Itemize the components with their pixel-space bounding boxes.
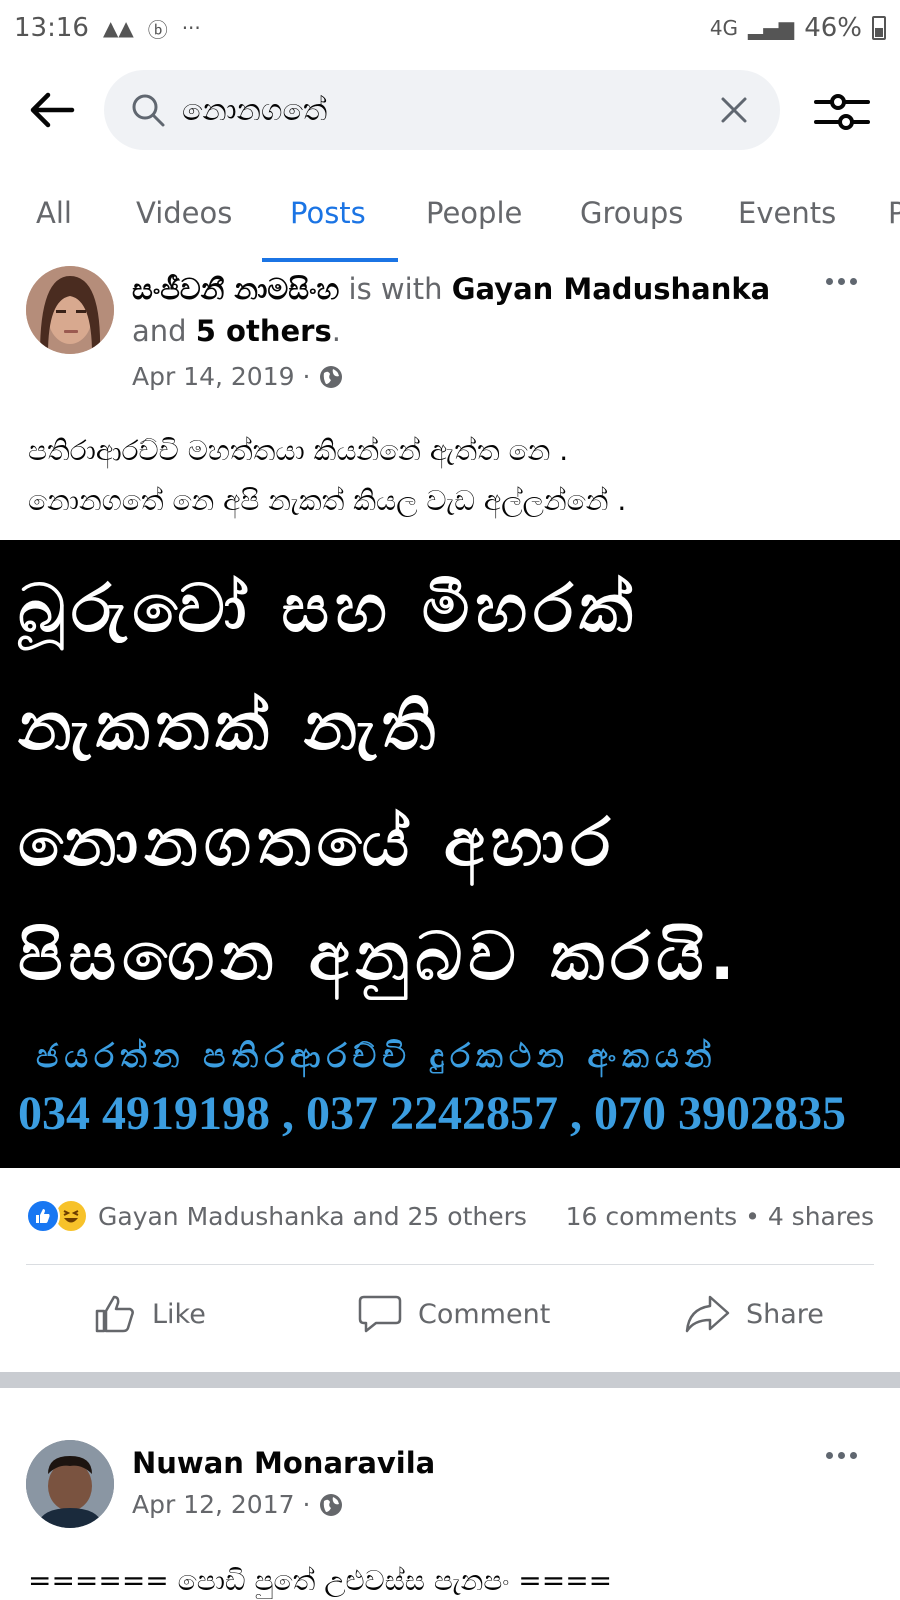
tab-all[interactable]: All [36,186,72,262]
notification-a-icon: ▲▲ [102,16,134,40]
post-image[interactable]: බූරුවෝ සහ මීහරක් නැකතක් නැති නොනගතයේ අහා… [0,540,900,1168]
is-with-text: is with [339,272,452,306]
comments-shares-count[interactable]: 16 comments • 4 shares [566,1202,874,1231]
tagged-person[interactable]: Gayan Madushanka [452,272,771,306]
image-text-line: බූරුවෝ සහ මීහරක් [18,570,639,647]
share-label: Share [746,1298,824,1330]
more-dot [849,1451,857,1459]
globe-icon [320,1493,343,1516]
post-author-line: සංජීවනී නාමසිංහ is with Gayan Madushanka… [132,268,772,352]
active-tab-indicator [262,258,398,262]
battery-percent: 46% [804,13,862,43]
image-text-line: නොනගතයේ අහාර [18,804,617,881]
share-arrow-icon [685,1295,730,1333]
tab-groups[interactable]: Groups [580,186,683,262]
profile-photo [26,266,114,354]
tab-more-partial[interactable]: P [888,186,900,262]
more-notifications-icon: ··· [181,16,201,40]
post-text-line: පතිරාආරච්චි මහත්තයා කියන්නේ ඇත්ත නෙ . [28,434,569,467]
more-dot [837,277,845,285]
battery-icon [872,16,886,40]
post-meta: Apr 14, 2019 · [132,362,344,391]
more-dot [825,1451,833,1459]
post-text-line: ====== පොඩි පුතේ උළුවස්ස පැනපං ==== [28,1564,613,1597]
image-text-line: පිසගෙන අනුබව කරයි. [18,918,741,995]
status-right: 4G ▂▄▆ 46% [710,13,886,43]
divider [26,1264,874,1265]
comment-button[interactable]: Comment [358,1282,550,1346]
filter-button[interactable] [812,86,872,136]
profile-photo [26,1440,114,1528]
post-author-line: Nuwan Monaravila [132,1442,772,1484]
search-header [0,68,900,152]
like-reaction-icon [26,1199,60,1233]
status-time: 13:16 [14,13,89,43]
more-dot [837,1451,845,1459]
post-date[interactable]: Apr 12, 2017 · [132,1490,310,1519]
like-label: Like [152,1298,206,1330]
avatar[interactable] [26,1440,114,1528]
share-button[interactable]: Share [684,1282,824,1346]
comment-label: Comment [418,1298,551,1330]
clear-search-button[interactable] [714,90,754,130]
reactions-summary[interactable]: Gayan Madushanka and 25 others 16 commen… [26,1194,874,1238]
period-text: . [331,314,341,348]
post-options-button[interactable] [816,266,866,296]
post-separator [0,1372,900,1388]
search-bar[interactable] [104,70,780,150]
notification-b-icon: ⓑ [147,17,168,42]
image-subtitle: ජයරත්න පතිරආරච්චි දුරකථන අංකයන් [36,1036,718,1075]
globe-icon [320,365,343,388]
network-label: 4G [709,16,739,40]
tab-posts[interactable]: Posts [290,186,366,262]
more-dot [849,277,857,285]
reaction-names[interactable]: Gayan Madushanka and 25 others [98,1202,566,1231]
filter-sliders-icon [814,94,870,130]
back-arrow-icon [30,92,75,128]
image-phone-numbers: 034 4919198 , 037 2242857 , 070 3902835 [18,1087,846,1140]
more-dot [825,277,833,285]
like-button[interactable]: Like [94,1282,206,1346]
tab-people[interactable]: People [426,186,522,262]
close-icon [721,97,747,123]
avatar[interactable] [26,266,114,354]
signal-icon: ▂▄▆ [748,16,795,40]
tab-events[interactable]: Events [738,186,836,262]
thumbs-up-icon [95,1295,134,1333]
tab-videos[interactable]: Videos [136,186,232,262]
search-tabs: All Videos Posts People Groups Events P [0,186,900,262]
tagged-others[interactable]: 5 others [196,314,332,348]
post-body: පතිරාආරච්චි මහත්තයා කියන්නේ ඇත්ත නෙ . නො… [28,426,878,526]
search-icon [132,94,165,127]
back-button[interactable] [24,84,80,136]
post-actions: Like Comment Share [0,1282,900,1346]
comment-bubble-icon [358,1295,402,1333]
post-date[interactable]: Apr 14, 2019 · [132,362,310,391]
status-left: 13:16 ▲▲ ⓑ ··· [14,13,201,43]
image-text-line: නැකතක් නැති [18,688,442,765]
and-text: and [132,314,196,348]
post-author-name[interactable]: සංජීවනී නාමසිංහ [132,272,339,306]
reaction-icons [26,1199,88,1233]
post-text-line: නොනගතේ නෙ අපි නැකත් කියල වැඩ අල්ලන්නේ . [28,484,627,517]
search-input[interactable] [182,92,714,128]
post-options-button[interactable] [816,1440,866,1470]
post-author-name[interactable]: Nuwan Monaravila [132,1446,435,1480]
post-meta: Apr 12, 2017 · [132,1490,344,1519]
status-bar: 13:16 ▲▲ ⓑ ··· 4G ▂▄▆ 46% [0,0,900,56]
